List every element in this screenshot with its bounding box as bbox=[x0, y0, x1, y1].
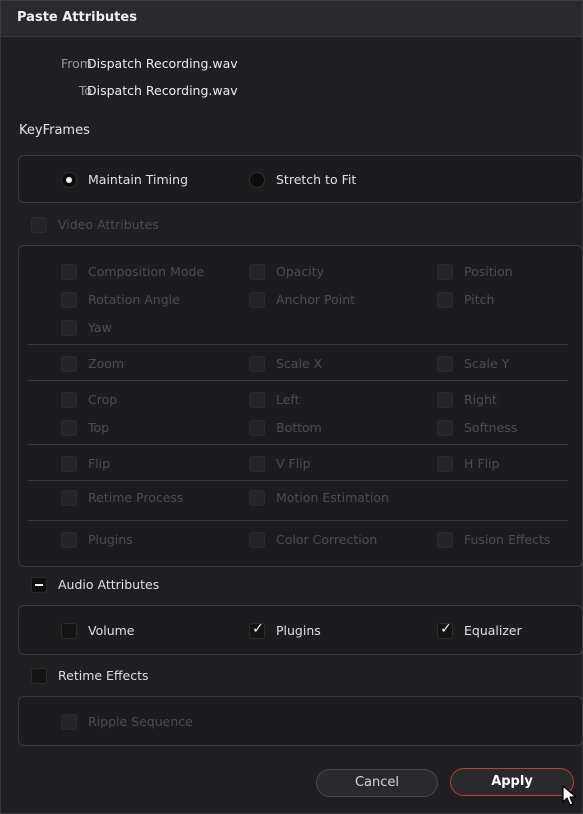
yaw-label: Yaw bbox=[88, 320, 112, 335]
color-correction-checkbox[interactable] bbox=[249, 532, 265, 548]
retime-effects-panel: Ripple Sequence bbox=[18, 696, 583, 746]
bottom-checkbox[interactable] bbox=[249, 420, 265, 436]
softness-checkbox[interactable] bbox=[437, 420, 453, 436]
top-label: Top bbox=[88, 420, 110, 435]
anchor-point-label: Anchor Point bbox=[276, 292, 356, 307]
zoom-label: Zoom bbox=[88, 356, 125, 371]
v-flip-checkbox[interactable] bbox=[249, 456, 265, 472]
audio-attributes-label: Audio Attributes bbox=[58, 577, 160, 592]
motion-estimation-label: Motion Estimation bbox=[276, 490, 389, 505]
pitch-label: Pitch bbox=[464, 292, 495, 307]
video-plugins-checkbox[interactable] bbox=[61, 532, 77, 548]
opacity-label: Opacity bbox=[276, 264, 325, 279]
right-label: Right bbox=[464, 392, 497, 407]
group-divider bbox=[28, 344, 568, 345]
crop-checkbox[interactable] bbox=[61, 392, 77, 408]
position-checkbox[interactable] bbox=[437, 264, 453, 280]
keyframes-header: KeyFrames bbox=[19, 123, 90, 138]
top-checkbox[interactable] bbox=[61, 420, 77, 436]
rotation-angle-checkbox[interactable] bbox=[61, 292, 77, 308]
scale-x-checkbox[interactable] bbox=[249, 356, 265, 372]
video-attributes-panel: Composition Mode Opacity Position Rotati… bbox=[18, 245, 583, 567]
from-value: Dispatch Recording.wav bbox=[87, 56, 238, 71]
maintain-timing-radio[interactable] bbox=[61, 172, 77, 188]
volume-checkbox[interactable] bbox=[61, 623, 77, 639]
pitch-checkbox[interactable] bbox=[437, 292, 453, 308]
audio-attributes-panel: Volume ✓ Plugins ✓ Equalizer bbox=[18, 605, 583, 655]
scale-y-label: Scale Y bbox=[464, 356, 510, 371]
retime-process-checkbox[interactable] bbox=[61, 490, 77, 506]
fusion-effects-checkbox[interactable] bbox=[437, 532, 453, 548]
dialog-title: Paste Attributes bbox=[17, 10, 137, 25]
checkmark-icon: ✓ bbox=[440, 621, 452, 637]
radio-selected-dot bbox=[66, 177, 72, 183]
cancel-button[interactable]: Cancel bbox=[316, 769, 438, 797]
video-plugins-label: Plugins bbox=[88, 532, 133, 547]
from-row: From Dispatch Recording.wav bbox=[1, 56, 583, 74]
composition-mode-checkbox[interactable] bbox=[61, 264, 77, 280]
left-checkbox[interactable] bbox=[249, 392, 265, 408]
apply-button[interactable]: Apply bbox=[450, 768, 574, 796]
to-value: Dispatch Recording.wav bbox=[87, 83, 238, 98]
maintain-timing-label[interactable]: Maintain Timing bbox=[88, 172, 188, 187]
volume-label[interactable]: Volume bbox=[88, 623, 135, 638]
audio-attributes-checkbox[interactable] bbox=[31, 577, 47, 593]
keyframes-panel: Maintain Timing Stretch to Fit bbox=[18, 155, 583, 203]
paste-attributes-dialog: Paste Attributes From Dispatch Recording… bbox=[0, 0, 583, 814]
composition-mode-label: Composition Mode bbox=[88, 264, 205, 279]
group-divider bbox=[28, 444, 568, 445]
checkmark-icon: ✓ bbox=[252, 621, 264, 637]
retime-effects-label: Retime Effects bbox=[58, 668, 149, 683]
to-row: To Dispatch Recording.wav bbox=[1, 83, 583, 101]
fusion-effects-label: Fusion Effects bbox=[464, 532, 551, 547]
pointer-cursor-icon bbox=[562, 785, 577, 806]
group-divider bbox=[28, 480, 568, 481]
h-flip-label: H Flip bbox=[464, 456, 500, 471]
dialog-titlebar: Paste Attributes bbox=[1, 1, 582, 37]
equalizer-checkbox[interactable]: ✓ bbox=[437, 621, 453, 639]
audio-plugins-label[interactable]: Plugins bbox=[276, 623, 321, 638]
v-flip-label: V Flip bbox=[276, 456, 311, 471]
video-attributes-checkbox[interactable] bbox=[31, 217, 47, 233]
crop-label: Crop bbox=[88, 392, 118, 407]
opacity-checkbox[interactable] bbox=[249, 264, 265, 280]
anchor-point-checkbox[interactable] bbox=[249, 292, 265, 308]
h-flip-checkbox[interactable] bbox=[437, 456, 453, 472]
group-divider bbox=[28, 520, 568, 521]
softness-label: Softness bbox=[464, 420, 518, 435]
audio-plugins-checkbox[interactable]: ✓ bbox=[249, 621, 265, 639]
zoom-checkbox[interactable] bbox=[61, 356, 77, 372]
flip-label: Flip bbox=[88, 456, 111, 471]
rotation-angle-label: Rotation Angle bbox=[88, 292, 180, 307]
stretch-to-fit-radio[interactable] bbox=[249, 172, 265, 188]
position-label: Position bbox=[464, 264, 513, 279]
scale-x-label: Scale X bbox=[276, 356, 323, 371]
motion-estimation-checkbox[interactable] bbox=[249, 490, 265, 506]
scale-y-checkbox[interactable] bbox=[437, 356, 453, 372]
minus-icon bbox=[35, 584, 43, 586]
ripple-sequence-label: Ripple Sequence bbox=[88, 714, 193, 729]
ripple-sequence-checkbox[interactable] bbox=[61, 714, 77, 730]
group-divider bbox=[28, 380, 568, 381]
left-label: Left bbox=[276, 392, 300, 407]
retime-effects-checkbox[interactable] bbox=[31, 668, 47, 684]
flip-checkbox[interactable] bbox=[61, 456, 77, 472]
yaw-checkbox[interactable] bbox=[61, 320, 77, 336]
color-correction-label: Color Correction bbox=[276, 532, 378, 547]
right-checkbox[interactable] bbox=[437, 392, 453, 408]
video-attributes-label: Video Attributes bbox=[58, 217, 159, 232]
retime-process-label: Retime Process bbox=[88, 490, 184, 505]
equalizer-label[interactable]: Equalizer bbox=[464, 623, 522, 638]
bottom-label: Bottom bbox=[276, 420, 322, 435]
stretch-to-fit-label[interactable]: Stretch to Fit bbox=[276, 172, 356, 187]
